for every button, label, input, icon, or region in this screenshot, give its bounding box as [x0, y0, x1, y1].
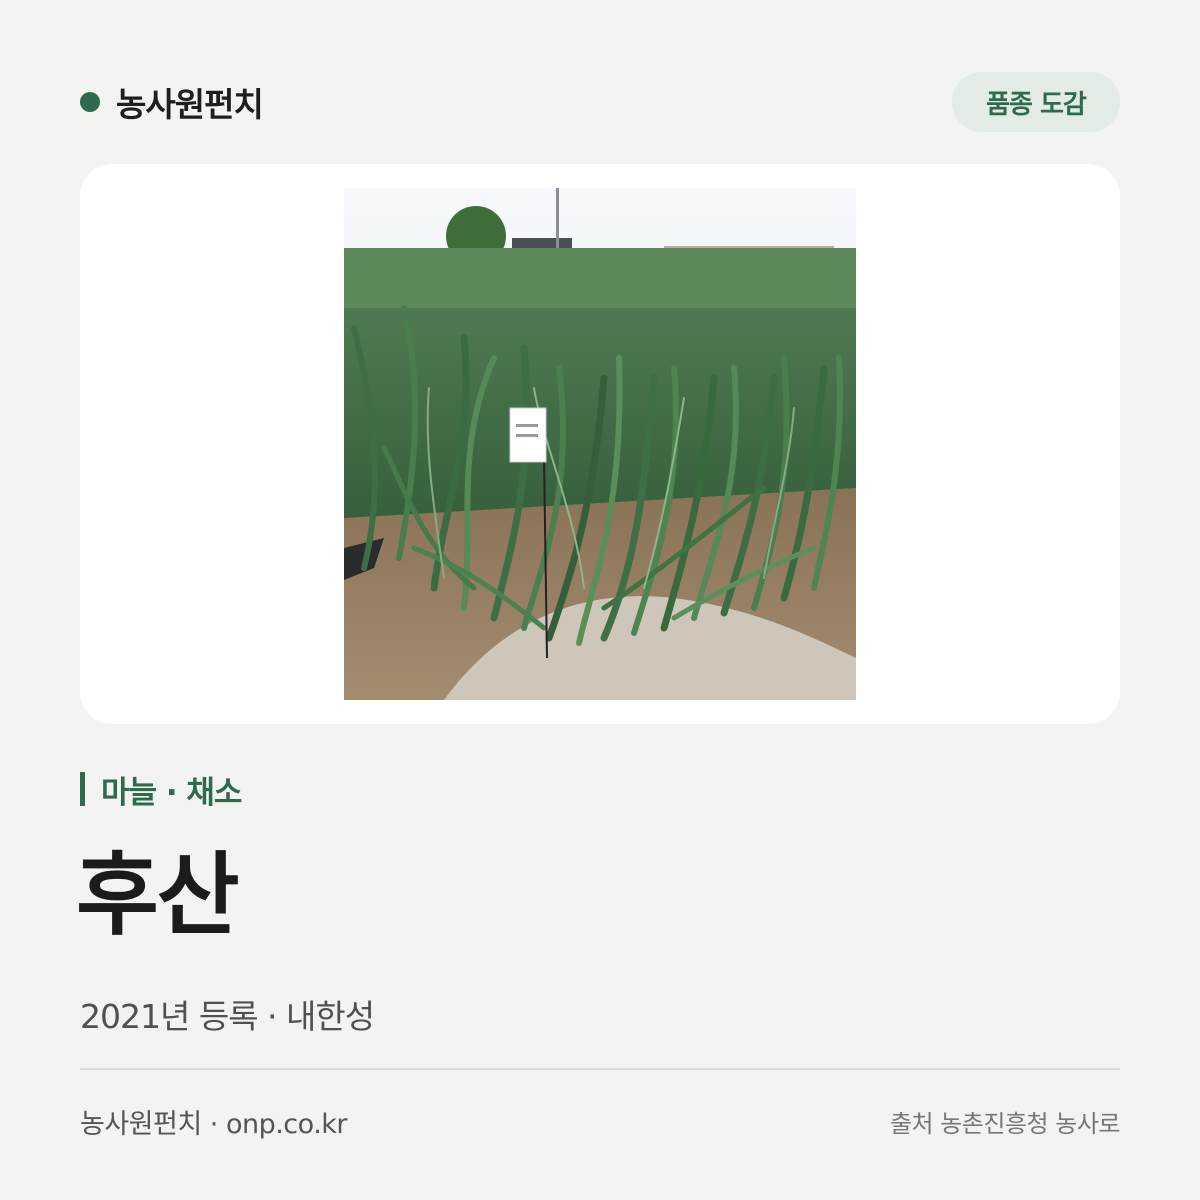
brand: 농사원펀치 [80, 78, 264, 126]
brand-dot-icon [80, 92, 100, 112]
variety-name: 후산 [76, 843, 240, 948]
footer-source: 출처 농촌진흥청 농사로 [889, 1110, 1121, 1138]
divider [80, 1068, 1120, 1070]
photo-card [80, 164, 1120, 724]
category: 마늘 · 채소 [80, 770, 242, 811]
category-label: 마늘 · 채소 [101, 774, 242, 811]
category-accent-bar [80, 772, 85, 806]
catalog-badge: 품종 도감 [952, 72, 1120, 132]
variety-meta: 2021년 등록 · 내한성 [80, 997, 375, 1036]
garlic-field-photo [344, 188, 856, 700]
brand-name: 농사원펀치 [116, 85, 264, 124]
footer-site: 농사원펀치 · onp.co.kr [80, 1109, 348, 1140]
